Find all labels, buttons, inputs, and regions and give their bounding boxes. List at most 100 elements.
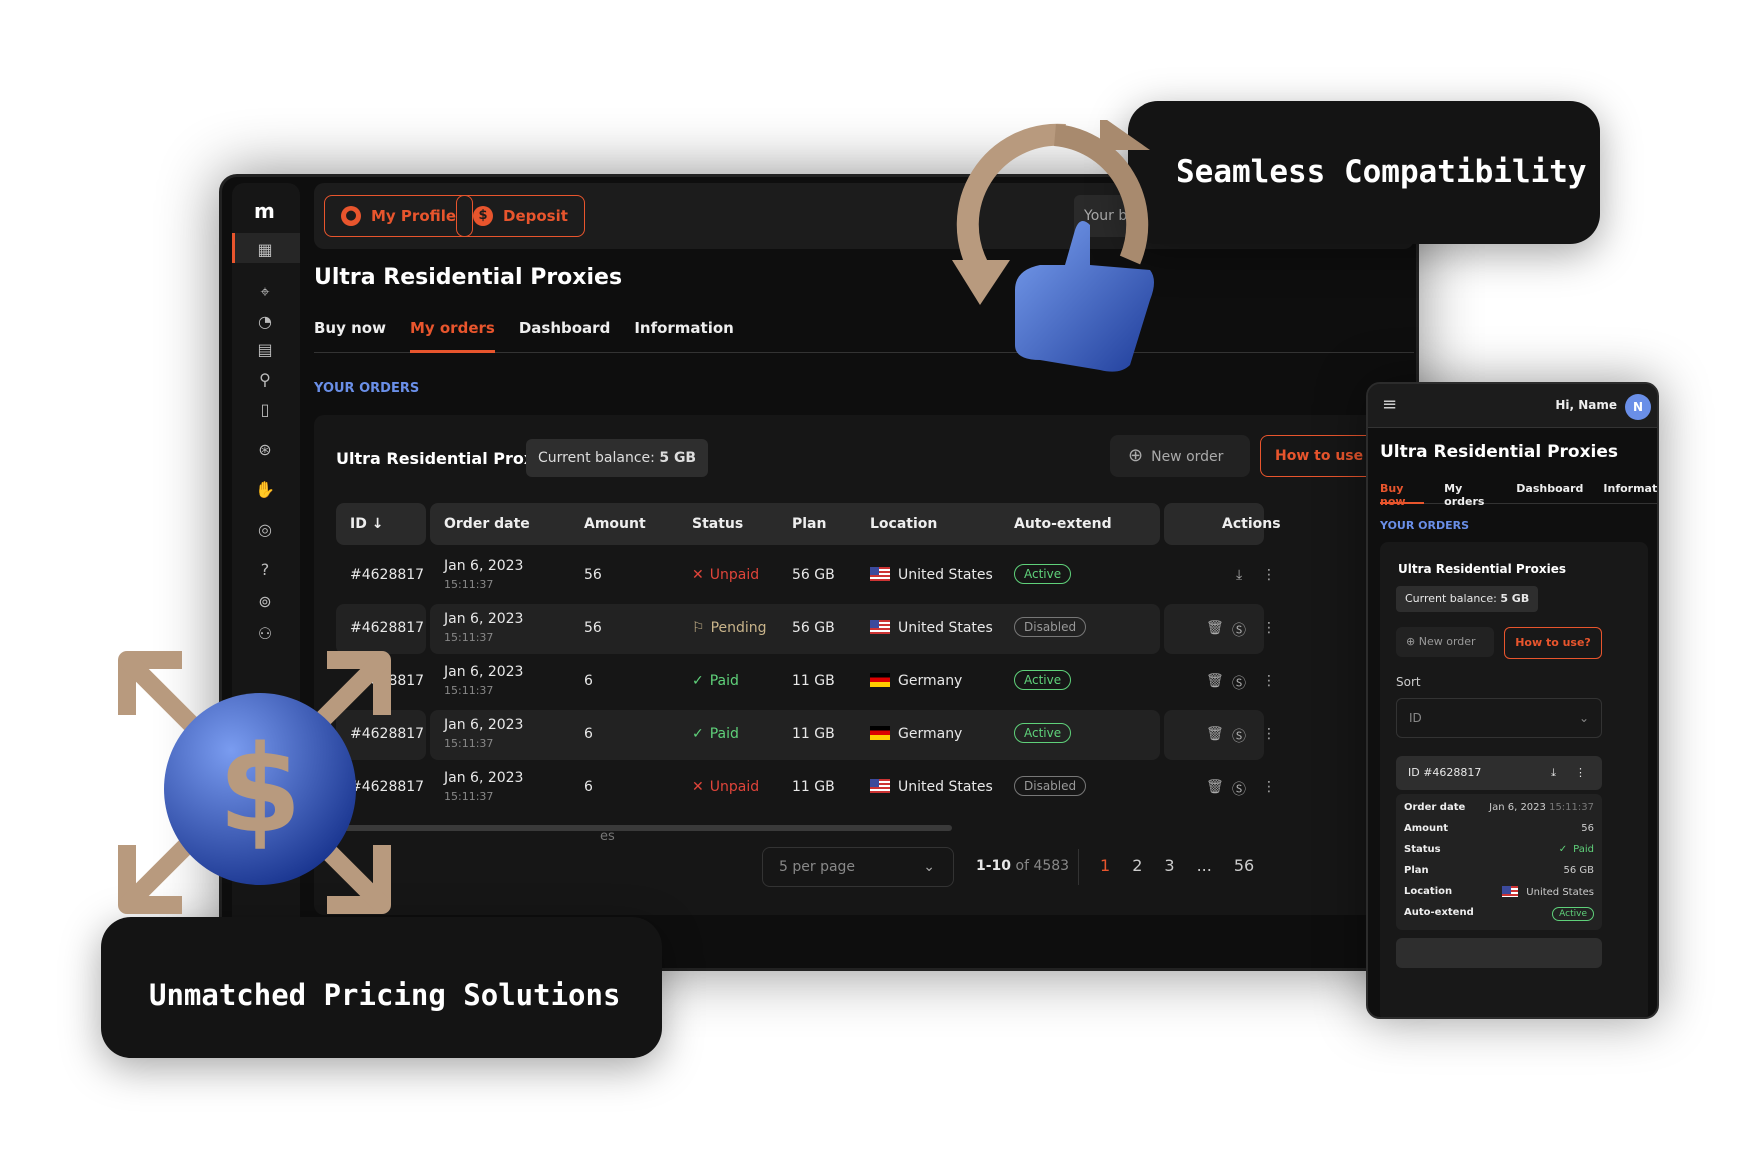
greeting: Hi, Name <box>1555 398 1617 412</box>
amount: 6 <box>584 673 593 689</box>
detail-text: 56 GB <box>1563 865 1594 876</box>
auto-extend-label: Disabled <box>1014 617 1087 637</box>
status: ✓ Paid <box>692 726 739 742</box>
time: 15:11:37 <box>444 578 494 591</box>
new-order-label: New order <box>1151 449 1224 465</box>
tab-dashboard[interactable]: Dashboard <box>519 319 610 353</box>
sync-thumbs-up-icon <box>952 120 1154 372</box>
header-5[interactable]: Location <box>870 516 937 532</box>
amount: 6 <box>584 779 593 795</box>
more-vertical-icon[interactable]: ⋮ <box>1262 779 1276 795</box>
help-icon[interactable]: ? <box>254 559 276 581</box>
mobile-tab-3[interactable]: Informati <box>1603 482 1657 504</box>
map-pin-document-icon[interactable]: ▯ <box>254 399 276 421</box>
tab-buy-now[interactable]: Buy now <box>314 319 386 353</box>
header-6[interactable]: Auto-extend <box>1014 516 1112 532</box>
more-vertical-icon[interactable]: ⋮ <box>1575 756 1586 790</box>
mobile-new-order-button[interactable]: ⊕ New order <box>1396 627 1494 657</box>
target-icon[interactable]: ◎ <box>254 519 276 541</box>
pie-chart-icon[interactable]: ◔ <box>254 311 276 333</box>
network-icon[interactable]: ⊚ <box>254 591 276 613</box>
location: United States <box>870 779 993 795</box>
status-paid-icon: ✓ <box>692 673 704 689</box>
status-label: Paid <box>709 673 739 689</box>
header-0[interactable]: ID ↓ <box>350 516 383 532</box>
avatar[interactable]: N <box>1625 394 1651 420</box>
server-icon[interactable]: ▤ <box>254 339 276 361</box>
status-unpaid-icon: ✕ <box>692 567 704 583</box>
location-pin-icon[interactable]: ⌖ <box>254 281 276 303</box>
status: ✕ Unpaid <box>692 779 759 795</box>
order-date: Jan 6, 2023 15:11:37 <box>444 717 523 750</box>
header-7[interactable]: Actions <box>1222 516 1281 532</box>
more-vertical-icon[interactable]: ⋮ <box>1262 673 1276 689</box>
header-4[interactable]: Plan <box>792 516 826 532</box>
dollar-circle-icon[interactable]: Ⓢ <box>1232 673 1246 693</box>
auto-extend-badge[interactable]: Active <box>1014 670 1072 690</box>
page-1[interactable]: 1 <box>1100 856 1110 875</box>
more-vertical-icon[interactable]: ⋮ <box>1262 726 1276 742</box>
mobile-tab-0[interactable]: Buy now <box>1380 482 1425 508</box>
page-...[interactable]: ... <box>1197 856 1212 875</box>
sort-value: ID <box>1409 711 1422 725</box>
mobile-how-to-use-button[interactable]: How to use? <box>1504 627 1602 659</box>
detail-label: Amount <box>1404 823 1449 834</box>
user-icon: ● <box>341 206 361 226</box>
divider <box>1078 849 1079 885</box>
compass-icon[interactable]: ⊛ <box>254 439 276 461</box>
detail-value: United States <box>1502 886 1594 898</box>
pagination-range: 1-10 of 4583 <box>976 858 1069 874</box>
callout-unmatched-pricing: Unmatched Pricing Solutions <box>101 917 662 1058</box>
header-3[interactable]: Status <box>692 516 743 532</box>
location-name: Germany <box>898 673 963 689</box>
download-icon[interactable]: ⤓ <box>1236 567 1242 583</box>
order-id[interactable]: #4628817 <box>350 567 424 583</box>
detail-text: Paid <box>1573 844 1594 855</box>
plus-circle-icon: ⊕ <box>1406 635 1416 648</box>
sort-select[interactable]: ID ⌄ <box>1396 698 1602 738</box>
users-icon[interactable]: ⚇ <box>254 623 276 645</box>
callout-seamless-compatibility: Seamless Compatibility <box>1128 101 1600 244</box>
dollar-circle-icon[interactable]: Ⓢ <box>1232 620 1246 640</box>
auto-extend-badge[interactable]: Disabled <box>1014 617 1087 637</box>
more-vertical-icon[interactable]: ⋮ <box>1262 567 1276 583</box>
flag-us-icon <box>870 567 890 581</box>
tab-information[interactable]: Information <box>634 319 734 353</box>
delete-icon[interactable]: 🗑 <box>1206 779 1224 795</box>
delete-icon[interactable]: 🗑 <box>1206 673 1224 689</box>
dollar-circle-icon[interactable]: Ⓢ <box>1232 779 1246 799</box>
header-2[interactable]: Amount <box>584 516 646 532</box>
deposit-label: Deposit <box>503 207 568 225</box>
flag-us-icon <box>870 779 890 793</box>
auto-extend-badge[interactable]: Active <box>1014 723 1072 743</box>
header-1[interactable]: Order date <box>444 516 530 532</box>
new-order-button[interactable]: ⊕ New order <box>1110 435 1250 477</box>
deposit-button[interactable]: $ Deposit <box>456 195 585 237</box>
page-3[interactable]: 3 <box>1164 856 1174 875</box>
horizontal-scrollbar[interactable] <box>344 825 952 831</box>
pagination: 1 2 3... 56 <box>1100 856 1254 875</box>
user-location-icon[interactable]: ⚲ <box>254 369 276 391</box>
mobile-tab-2[interactable]: Dashboard <box>1516 482 1583 504</box>
auto-extend-badge[interactable]: Disabled <box>1014 776 1087 796</box>
status: ✓ Paid <box>692 673 739 689</box>
dollar-circle-icon[interactable]: Ⓢ <box>1232 726 1246 746</box>
amount: 56 <box>584 620 602 636</box>
page-56[interactable]: 56 <box>1234 856 1254 875</box>
auto-extend-badge[interactable]: Active <box>1014 564 1072 584</box>
globe-hand-icon[interactable]: ✋ <box>254 479 276 501</box>
per-page-select[interactable]: 5 per page ⌄ <box>762 847 954 887</box>
page-2[interactable]: 2 <box>1132 856 1142 875</box>
profile-label: My Profile <box>371 207 457 225</box>
tab-my-orders[interactable]: My orders <box>409 319 495 353</box>
location: Germany <box>870 673 962 689</box>
more-vertical-icon[interactable]: ⋮ <box>1262 620 1276 636</box>
dashboard-icon[interactable]: ▦ <box>254 239 276 261</box>
order-id[interactable]: #4628817 <box>350 620 424 636</box>
delete-icon[interactable]: 🗑 <box>1206 620 1224 636</box>
mobile-tab-1[interactable]: My orders <box>1444 482 1496 508</box>
my-profile-button[interactable]: ● My Profile <box>324 195 474 237</box>
delete-icon[interactable]: 🗑 <box>1206 726 1224 742</box>
download-icon[interactable]: ⤓ <box>1551 756 1556 790</box>
hamburger-menu-icon[interactable]: ≡ <box>1382 394 1397 415</box>
